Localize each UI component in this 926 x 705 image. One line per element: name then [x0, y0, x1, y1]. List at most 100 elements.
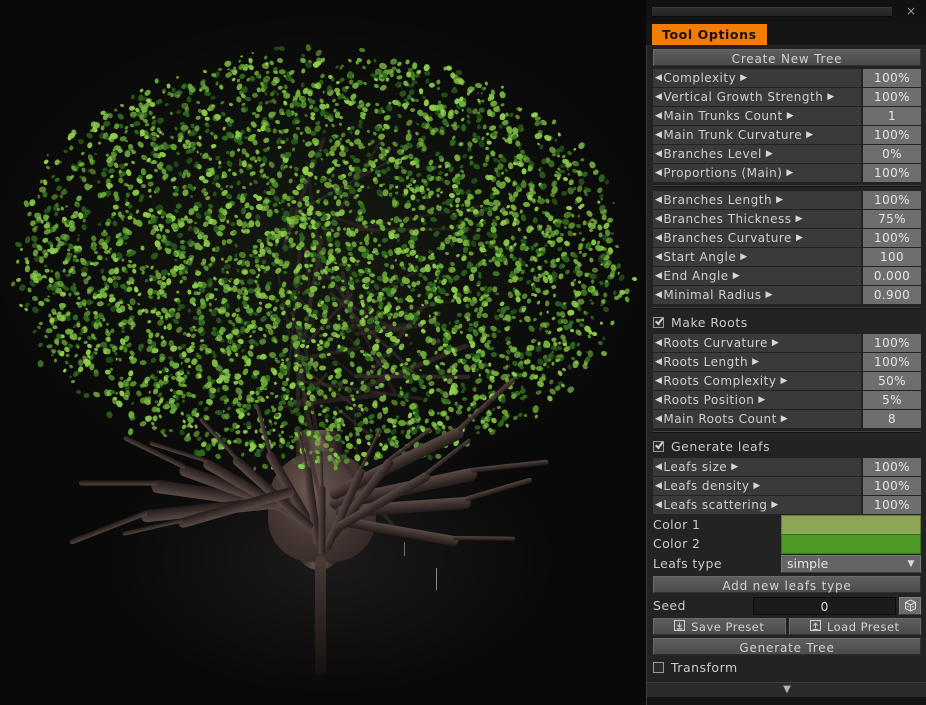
generate-leafs-checkbox-row[interactable]: Generate leafs	[653, 437, 921, 456]
create-new-tree-button[interactable]: Create New Tree	[653, 49, 921, 66]
seed-input[interactable]: 0	[753, 596, 896, 615]
transform-checkbox[interactable]	[653, 662, 664, 673]
param-value[interactable]: 5%	[863, 391, 921, 409]
arrow-left-icon[interactable]: ◀	[655, 191, 662, 209]
add-new-leafs-type-button[interactable]: Add new leafs type	[653, 576, 921, 593]
load-preset-button[interactable]: Load Preset	[788, 618, 921, 635]
arrow-left-icon[interactable]: ◀	[655, 107, 662, 125]
param-value[interactable]: 1	[863, 107, 921, 125]
param-value[interactable]: 50%	[863, 372, 921, 390]
arrow-right-icon[interactable]: ▶	[752, 353, 759, 371]
param-value[interactable]: 100%	[863, 458, 921, 476]
color1-swatch[interactable]	[781, 514, 921, 535]
arrow-right-icon[interactable]: ▶	[787, 107, 794, 125]
make-roots-checkbox-row[interactable]: Make Roots	[653, 313, 921, 332]
arrow-left-icon[interactable]: ◀	[655, 372, 662, 390]
save-preset-button[interactable]: Save Preset	[653, 618, 786, 635]
param-slider-roots-length[interactable]: ◀ Roots Length ▶	[653, 353, 861, 371]
param-value[interactable]: 8	[863, 410, 921, 428]
arrow-right-icon[interactable]: ▶	[740, 248, 747, 266]
arrow-left-icon[interactable]: ◀	[655, 229, 662, 247]
arrow-left-icon[interactable]: ◀	[655, 477, 662, 495]
make-roots-checkbox[interactable]	[653, 317, 664, 328]
arrow-right-icon[interactable]: ▶	[766, 145, 773, 163]
arrow-left-icon[interactable]: ◀	[655, 410, 662, 428]
arrow-left-icon[interactable]: ◀	[655, 391, 662, 409]
arrow-right-icon[interactable]: ▶	[796, 229, 803, 247]
param-slider-main-roots-count[interactable]: ◀ Main Roots Count ▶	[653, 410, 861, 428]
color2-swatch[interactable]	[781, 533, 921, 554]
param-slider-leafs-size[interactable]: ◀ Leafs size ▶	[653, 458, 861, 476]
leafs-type-dropdown[interactable]: simple ▼	[781, 554, 921, 573]
arrow-right-icon[interactable]: ▶	[827, 88, 834, 106]
param-slider-main-trunks-count[interactable]: ◀ Main Trunks Count ▶	[653, 107, 861, 125]
param-slider-roots-position[interactable]: ◀ Roots Position ▶	[653, 391, 861, 409]
arrow-left-icon[interactable]: ◀	[655, 267, 662, 285]
param-slider-branches-thickness[interactable]: ◀ Branches Thickness ▶	[653, 210, 861, 228]
arrow-left-icon[interactable]: ◀	[655, 210, 662, 228]
param-slider-complexity[interactable]: ◀ Complexity ▶	[653, 69, 861, 87]
param-value[interactable]: 0.000	[863, 267, 921, 285]
arrow-left-icon[interactable]: ◀	[655, 145, 662, 163]
param-slider-start-angle[interactable]: ◀ Start Angle ▶	[653, 248, 861, 266]
param-value[interactable]: 100	[863, 248, 921, 266]
param-value[interactable]: 100%	[863, 88, 921, 106]
arrow-left-icon[interactable]: ◀	[655, 334, 662, 352]
param-value[interactable]: 100%	[863, 191, 921, 209]
param-value[interactable]: 0.900	[863, 286, 921, 304]
param-slider-vertical-growth-strength[interactable]: ◀ Vertical Growth Strength ▶	[653, 88, 861, 106]
arrow-right-icon[interactable]: ▶	[733, 267, 740, 285]
param-slider-roots-curvature[interactable]: ◀ Roots Curvature ▶	[653, 334, 861, 352]
arrow-right-icon[interactable]: ▶	[780, 372, 787, 390]
param-slider-end-angle[interactable]: ◀ End Angle ▶	[653, 267, 861, 285]
param-value[interactable]: 100%	[863, 477, 921, 495]
dice-icon[interactable]	[899, 596, 921, 615]
param-slider-leafs-scattering[interactable]: ◀ Leafs scattering ▶	[653, 496, 861, 514]
param-slider-branches-curvature[interactable]: ◀ Branches Curvature ▶	[653, 229, 861, 247]
arrow-left-icon[interactable]: ◀	[655, 164, 662, 182]
arrow-left-icon[interactable]: ◀	[655, 353, 662, 371]
param-value[interactable]: 100%	[863, 496, 921, 514]
arrow-right-icon[interactable]: ▶	[786, 164, 793, 182]
panel-collapse-handle[interactable]: ▼	[647, 682, 926, 697]
arrow-left-icon[interactable]: ◀	[655, 496, 662, 514]
arrow-right-icon[interactable]: ▶	[776, 191, 783, 209]
arrow-left-icon[interactable]: ◀	[655, 286, 662, 304]
param-value[interactable]: 100%	[863, 164, 921, 182]
generate-leafs-checkbox[interactable]	[653, 441, 664, 452]
param-value[interactable]: 100%	[863, 126, 921, 144]
param-slider-minimal-radius[interactable]: ◀ Minimal Radius ▶	[653, 286, 861, 304]
3d-viewport[interactable]	[0, 0, 646, 705]
arrow-right-icon[interactable]: ▶	[806, 126, 813, 144]
transform-checkbox-row[interactable]: Transform	[653, 658, 921, 677]
panel-titlebar[interactable]: ×	[646, 0, 926, 22]
generate-tree-button[interactable]: Generate Tree	[653, 638, 921, 655]
param-value[interactable]: 100%	[863, 334, 921, 352]
tab-tool-options[interactable]: Tool Options	[652, 24, 767, 45]
arrow-right-icon[interactable]: ▶	[772, 334, 779, 352]
arrow-right-icon[interactable]: ▶	[740, 69, 747, 87]
close-icon[interactable]: ×	[902, 3, 920, 19]
param-value[interactable]: 100%	[863, 69, 921, 87]
arrow-right-icon[interactable]: ▶	[753, 477, 760, 495]
arrow-left-icon[interactable]: ◀	[655, 88, 662, 106]
param-slider-roots-complexity[interactable]: ◀ Roots Complexity ▶	[653, 372, 861, 390]
arrow-right-icon[interactable]: ▶	[758, 391, 765, 409]
param-slider-main-trunk-curvature[interactable]: ◀ Main Trunk Curvature ▶	[653, 126, 861, 144]
arrow-right-icon[interactable]: ▶	[765, 286, 772, 304]
param-slider-leafs-density[interactable]: ◀ Leafs density ▶	[653, 477, 861, 495]
param-value[interactable]: 100%	[863, 229, 921, 247]
arrow-right-icon[interactable]: ▶	[796, 210, 803, 228]
arrow-left-icon[interactable]: ◀	[655, 69, 662, 87]
arrow-left-icon[interactable]: ◀	[655, 458, 662, 476]
arrow-right-icon[interactable]: ▶	[731, 458, 738, 476]
arrow-right-icon[interactable]: ▶	[781, 410, 788, 428]
param-slider-proportions-main[interactable]: ◀ Proportions (Main) ▶	[653, 164, 861, 182]
param-value[interactable]: 0%	[863, 145, 921, 163]
param-slider-branches-level[interactable]: ◀ Branches Level ▶	[653, 145, 861, 163]
arrow-left-icon[interactable]: ◀	[655, 126, 662, 144]
arrow-left-icon[interactable]: ◀	[655, 248, 662, 266]
param-value[interactable]: 75%	[863, 210, 921, 228]
arrow-right-icon[interactable]: ▶	[771, 496, 778, 514]
param-slider-branches-length[interactable]: ◀ Branches Length ▶	[653, 191, 861, 209]
